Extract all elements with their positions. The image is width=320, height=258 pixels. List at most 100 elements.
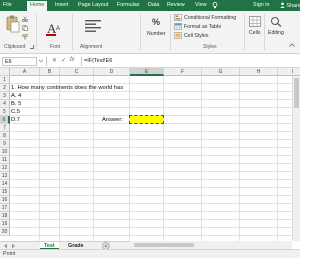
row-header[interactable]: 8	[0, 132, 10, 140]
name-box[interactable]: E6	[2, 57, 37, 66]
column-header[interactable]: A	[10, 68, 40, 76]
row-header[interactable]: 20	[0, 228, 10, 236]
cut-icon[interactable]	[22, 16, 28, 24]
tab-view[interactable]: View	[195, 2, 207, 9]
alignment-group-label: Alignment	[80, 44, 103, 50]
cell-a3[interactable]: A. 4	[11, 92, 21, 100]
cell-a2[interactable]: 1. How many continents does the world ha…	[11, 84, 123, 92]
format-painter-icon[interactable]	[22, 34, 28, 42]
status-mode: Point	[3, 251, 16, 257]
search-icon[interactable]	[270, 16, 282, 29]
cell-a6[interactable]: D.7	[11, 116, 20, 124]
tab-page-layout[interactable]: Page Layout	[78, 2, 108, 9]
gridline	[129, 76, 130, 241]
column-header[interactable]: D	[94, 68, 130, 76]
row-header[interactable]: 7	[0, 124, 10, 132]
row-header[interactable]: 4	[0, 100, 10, 108]
font-group-label: Font	[50, 44, 61, 50]
row-header[interactable]: 19	[0, 220, 10, 228]
row-header[interactable]: 1	[0, 76, 10, 84]
cell-d6[interactable]: Answer:	[102, 116, 123, 124]
tab-review[interactable]: Review	[167, 2, 185, 9]
row-header[interactable]: 5	[0, 108, 10, 116]
gridline	[239, 76, 240, 241]
copy-icon[interactable]	[22, 25, 28, 33]
column-header[interactable]: C	[60, 68, 94, 76]
enter-button[interactable]: ✓	[61, 57, 66, 64]
row-header[interactable]: 14	[0, 180, 10, 188]
scroll-thumb[interactable]	[134, 243, 194, 247]
cell-a5[interactable]: C.5	[11, 108, 20, 116]
vertical-scrollbar[interactable]	[292, 76, 300, 241]
scroll-thumb[interactable]	[294, 78, 299, 108]
cells-button[interactable]: Cells	[249, 30, 261, 36]
align-icon[interactable]	[84, 19, 102, 37]
cell-styles-icon[interactable]	[174, 32, 182, 41]
share-button[interactable]: Share	[280, 2, 301, 10]
cancel-button[interactable]: ✕	[52, 57, 57, 64]
row-header[interactable]: 13	[0, 172, 10, 180]
cells-icon[interactable]	[249, 16, 261, 29]
gridline	[10, 155, 300, 156]
row-header[interactable]: 15	[0, 188, 10, 196]
tab-home[interactable]: Home	[27, 1, 48, 11]
font-icon[interactable]: AA	[46, 21, 64, 39]
svg-text:A: A	[56, 26, 60, 32]
row-header[interactable]: 2	[0, 84, 10, 92]
row-header[interactable]: 16	[0, 196, 10, 204]
group-divider	[244, 14, 245, 50]
cell-styles-button[interactable]: Cell Styles	[184, 33, 209, 39]
column-header[interactable]: F	[164, 68, 202, 76]
tab-formulas[interactable]: Formulas	[117, 2, 139, 9]
editing-button[interactable]: Editing	[268, 30, 284, 36]
sheet-tab-bar: Test Grade	[0, 241, 130, 250]
collapse-ribbon-icon[interactable]	[289, 43, 295, 49]
divider	[81, 57, 82, 66]
column-header[interactable]: I	[278, 68, 300, 76]
ribbon-tab-bar: File Home Insert Page Layout Formulas Da…	[0, 0, 301, 11]
row-header[interactable]: 11	[0, 156, 10, 164]
tab-insert[interactable]: Insert	[55, 2, 68, 9]
status-bar: Point	[0, 249, 300, 258]
format-as-table-button[interactable]: Format as Table	[184, 24, 221, 30]
person-icon	[280, 2, 285, 8]
column-header[interactable]: E	[130, 68, 164, 76]
gridline	[10, 235, 300, 236]
gridline	[59, 76, 60, 241]
tab-file[interactable]: File	[3, 2, 12, 9]
number-group-label: Number	[147, 31, 166, 37]
row-header[interactable]: 3	[0, 92, 10, 100]
clipboard-launcher-icon[interactable]	[30, 45, 34, 49]
row-header[interactable]: 12	[0, 164, 10, 172]
worksheet-grid[interactable]: ABCDEFGHI 1 2 3 4 5 6 7 8 9 10 11 12 13 14 15 16 17 18 19 2…	[0, 68, 300, 241]
gridline	[277, 76, 278, 241]
format-as-table-icon[interactable]	[174, 23, 182, 32]
insert-function-button[interactable]: fx	[70, 57, 75, 63]
row-header[interactable]: 9	[0, 140, 10, 148]
gridline	[201, 76, 202, 241]
conditional-formatting-button[interactable]: Conditional Formatting	[184, 15, 236, 21]
sign-in-link[interactable]: Sign in	[253, 2, 269, 9]
column-header[interactable]: G	[202, 68, 240, 76]
select-all-corner[interactable]	[0, 68, 10, 76]
cell-a4[interactable]: B. 5	[11, 100, 21, 108]
row-header[interactable]: 10	[0, 148, 10, 156]
row-header[interactable]: 6	[0, 116, 10, 124]
gridline	[10, 131, 300, 132]
row-header[interactable]: 17	[0, 204, 10, 212]
column-header[interactable]: H	[240, 68, 278, 76]
paste-icon[interactable]	[6, 15, 20, 35]
formula-input[interactable]: =IF(Test!E6	[84, 58, 112, 64]
tab-data[interactable]: Data	[148, 2, 159, 9]
gridline	[10, 147, 300, 148]
row-header[interactable]: 18	[0, 212, 10, 220]
gridline	[93, 76, 94, 241]
answer-cell[interactable]	[129, 115, 164, 124]
column-header[interactable]: B	[40, 68, 60, 76]
conditional-formatting-icon[interactable]	[174, 14, 182, 23]
horizontal-scrollbar[interactable]	[130, 241, 292, 249]
gridline	[163, 76, 164, 241]
divider	[46, 57, 47, 66]
percent-icon[interactable]: %	[152, 17, 160, 27]
chevron-down-icon[interactable]	[38, 59, 44, 65]
